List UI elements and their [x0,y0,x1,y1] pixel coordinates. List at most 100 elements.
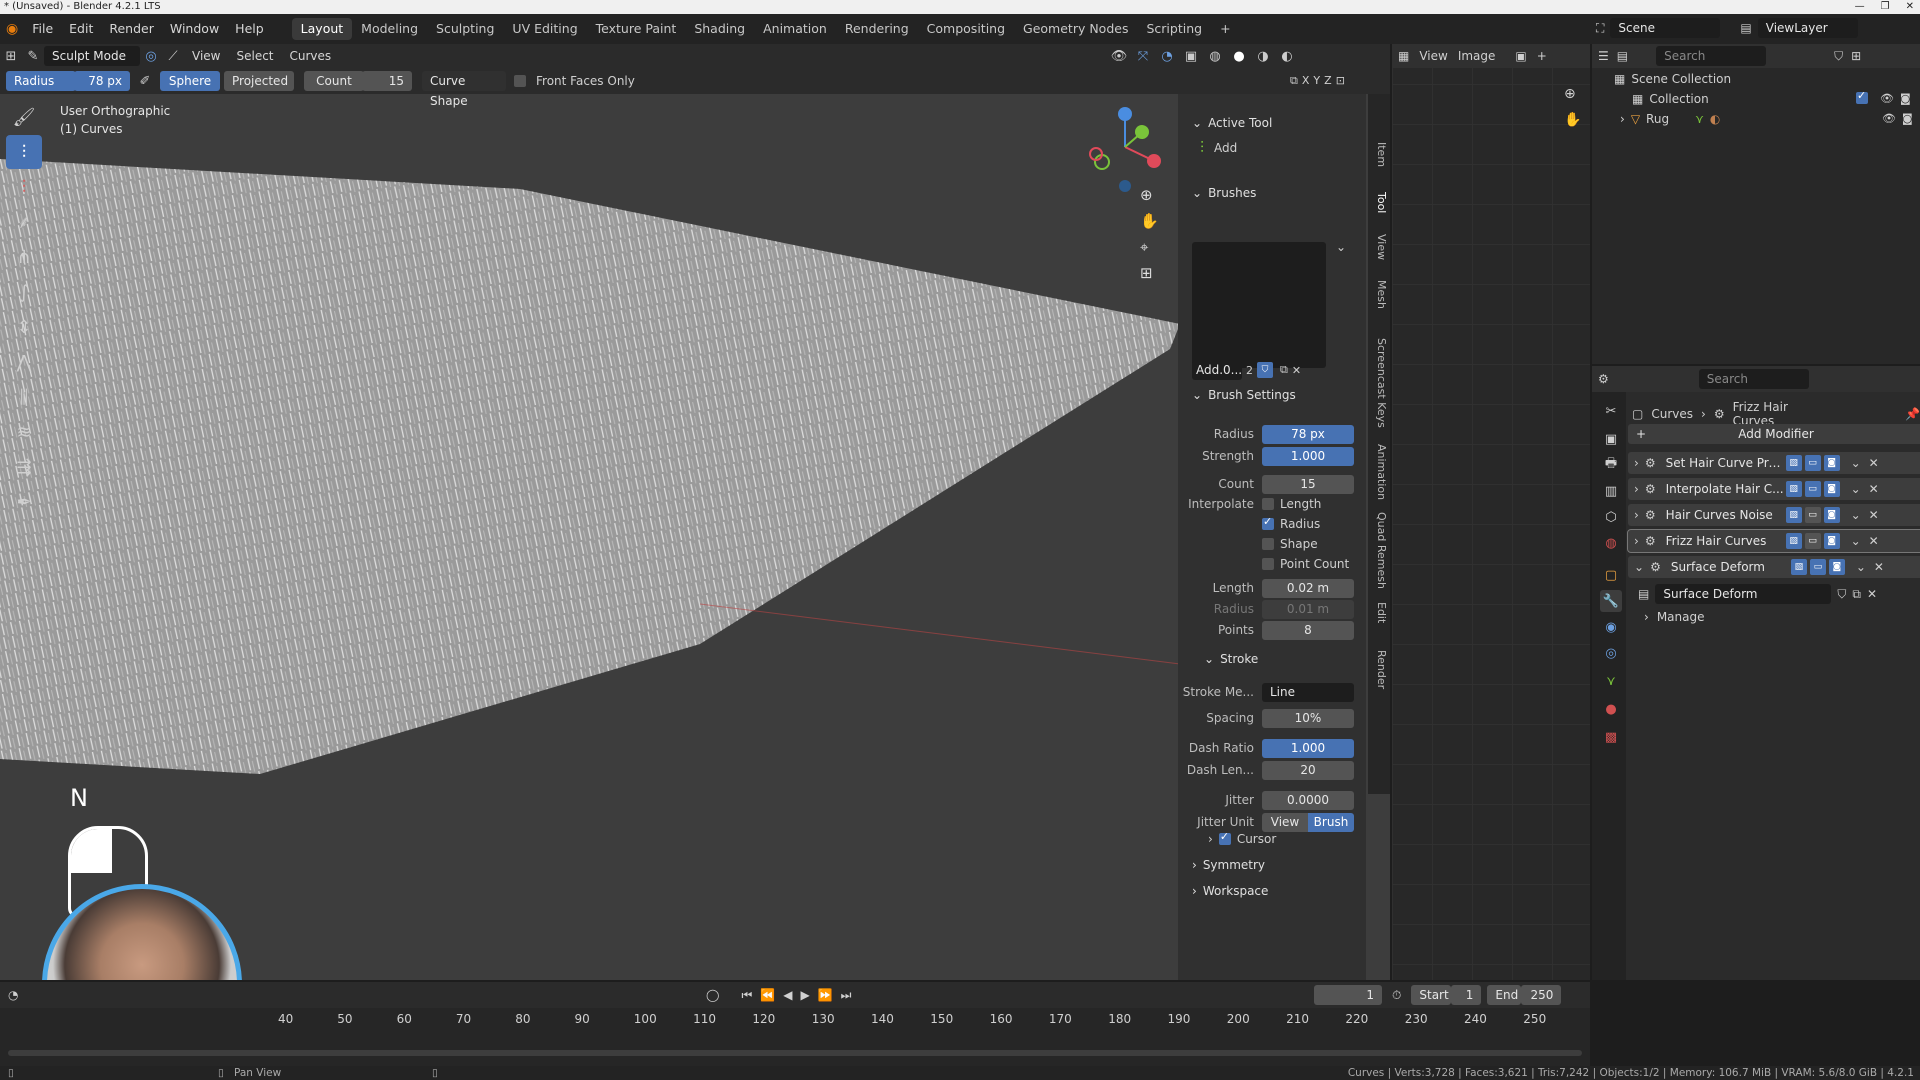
stroke-method-dropdown[interactable]: Line [1262,682,1354,702]
view-layer-icon[interactable]: ▥ [1600,480,1622,502]
modifier-row[interactable]: › ⚙ Set Hair Curve Pro... ▧ ▭ ◙ ⌄ ✕ [1628,452,1920,474]
chevron-right-icon[interactable]: › [1634,456,1639,470]
pin-icon[interactable]: 📌 [1905,407,1920,421]
tool-smooth-icon[interactable]: ≋ [6,415,42,449]
image-menu-view[interactable]: View [1419,49,1447,63]
chevron-down-icon[interactable]: ⌄ [1192,116,1202,130]
jump-start-icon[interactable]: ⏮ [741,988,752,1003]
render-toggle-icon[interactable]: ◙ [1823,533,1840,549]
collection-label[interactable]: Collection [1649,92,1708,106]
unlink-node-group-icon[interactable]: ✕ [1867,587,1877,601]
radius-field-value[interactable]: 78 px [74,71,130,91]
tab-texture-paint[interactable]: Texture Paint [587,18,686,40]
edit-mode-toggle-icon[interactable]: ▧ [1785,507,1802,523]
remove-modifier-icon[interactable]: ✕ [1869,508,1879,522]
brush-preview[interactable] [1192,242,1326,368]
pressure-pen-icon[interactable]: ✐ [134,70,156,92]
jitter-field[interactable]: 0.0000 [1262,790,1354,810]
menu-render[interactable]: Render [101,14,162,44]
tab-modeling[interactable]: Modeling [352,18,427,40]
tab-uv-editing[interactable]: UV Editing [503,18,586,40]
image-editor[interactable]: ▦ View Image ▣ + ⊕ ✋ [1392,44,1590,980]
start-frame-label[interactable]: Start [1411,985,1452,1005]
modifier-row[interactable]: › ⚙ Interpolate Hair C... ▧ ▭ ◙ ⌄ ✕ [1628,478,1920,500]
tab-mesh[interactable]: Mesh [1368,280,1388,309]
end-frame-field[interactable]: 250 [1521,985,1562,1005]
duplicate-node-group-icon[interactable]: ⧉ [1852,587,1861,602]
viewlayer-icon[interactable]: ▤ [1740,21,1751,35]
timeline-scrollbar[interactable] [8,1050,1582,1056]
chevron-down-icon[interactable]: ⌄ [1192,186,1202,200]
chevron-right-icon[interactable]: › [1634,508,1639,522]
render-toggle-icon[interactable]: ◙ [1823,507,1840,523]
overlay-icon[interactable]: ◔ [1156,45,1178,67]
spacing-field[interactable]: 10% [1262,708,1354,728]
tool-slide-icon[interactable]: ⇶ [6,450,42,484]
timeline-ruler[interactable]: 40 50 60 70 80 90 100 110 120 130 140 150 160 170 180 1… [0,1012,1590,1032]
tab-view[interactable]: View [1368,234,1388,260]
chevron-right-icon[interactable]: › [1634,534,1639,548]
count-field-label[interactable]: Count [304,71,364,91]
modifier-row[interactable]: › ⚙ Hair Curves Noise ▧ ▭ ◙ ⌄ ✕ [1628,504,1920,526]
modifier-name[interactable]: Frizz Hair Curves [1666,534,1786,548]
texture-properties-icon[interactable]: ▩ [1600,726,1622,748]
cursor-checkbox[interactable] [1218,830,1231,845]
image-menu-image[interactable]: Image [1458,49,1496,63]
pan-hand-icon[interactable]: ✋ [1140,212,1159,230]
world-properties-icon[interactable]: ◍ [1600,532,1622,554]
tab-edit[interactable]: Edit [1368,602,1388,623]
play-icon[interactable]: ▶ [800,988,809,1003]
edit-mode-toggle-icon[interactable]: ▧ [1790,559,1807,575]
chevron-right-icon[interactable]: › [1192,884,1197,898]
brush-name-field[interactable]: Add.0... [1192,360,1242,380]
current-frame-field[interactable]: 1 [1314,985,1382,1005]
radius-field-label[interactable]: Radius [6,71,76,91]
editor-type-icon[interactable]: ⊞ [0,45,22,67]
scene-selector[interactable]: Scene [1610,18,1721,38]
tool-grow-shrink-icon[interactable]: ⇕ [6,310,42,344]
auto-keying-icon[interactable]: ◯ [706,988,719,1003]
scene-properties-icon[interactable]: ⬡ [1600,506,1622,528]
tab-scripting[interactable]: Scripting [1137,18,1211,40]
tool-properties-icon[interactable]: ✂ [1600,400,1622,422]
tab-screencast-keys[interactable]: Screencast Keys [1368,338,1388,428]
tool-annotate-icon[interactable]: ✒ [6,485,42,519]
active-tool-header[interactable]: Active Tool [1208,116,1272,130]
duplicate-brush-icon[interactable]: ⧉ [1280,363,1288,377]
chevron-right-icon[interactable]: › [1634,482,1639,496]
tab-render[interactable]: Render [1368,650,1388,689]
outliner-search-input[interactable]: Search [1656,46,1767,66]
interp-length-checkbox[interactable] [1262,498,1274,510]
interp-shape-checkbox[interactable] [1262,538,1274,550]
axis-y-toggle[interactable]: Y [1313,74,1320,88]
chevron-right-icon[interactable]: › [1644,610,1649,624]
stroke-header[interactable]: Stroke [1220,652,1258,666]
modifier-name[interactable]: Hair Curves Noise [1666,508,1786,522]
material-properties-icon[interactable]: ● [1600,698,1622,720]
count-field-value[interactable]: 15 [362,71,412,91]
dash-length-field[interactable]: 20 [1262,760,1354,780]
image-browse-icon[interactable]: ▣ [1515,49,1526,63]
dropdown-icon[interactable]: ⌄ [1851,534,1861,548]
render-toggle-icon[interactable]: ◙ [1828,559,1845,575]
edit-mode-toggle-icon[interactable]: ▧ [1785,481,1802,497]
chevron-down-icon[interactable]: ⌄ [1634,560,1644,574]
tool-pinch-icon[interactable]: ⋀ [6,345,42,379]
viewport-toggle-icon[interactable]: ▭ [1804,481,1821,497]
object-properties-icon[interactable]: ▢ [1600,564,1622,586]
axis-x-toggle[interactable]: X [1302,74,1310,88]
rendered-shading-icon[interactable]: ◐ [1276,45,1298,67]
properties-type-icon[interactable]: ⚙ [1598,372,1609,386]
radius-field[interactable]: 78 px [1262,424,1354,444]
remove-modifier-icon[interactable]: ✕ [1869,456,1879,470]
remove-modifier-icon[interactable]: ✕ [1869,482,1879,496]
solid-shading-icon[interactable]: ● [1228,45,1250,67]
dash-ratio-field[interactable]: 1.000 [1262,738,1354,758]
viewport-toggle-icon[interactable]: ▭ [1809,559,1826,575]
menu-edit[interactable]: Edit [61,14,101,44]
brushes-header[interactable]: Brushes [1208,186,1256,200]
viewport-menu-select[interactable]: Select [228,44,281,68]
symmetry-icon[interactable]: ⧉ [1290,74,1298,88]
wireframe-shading-icon[interactable]: ◍ [1204,45,1226,67]
node-group-field[interactable]: Surface Deform [1655,584,1832,604]
